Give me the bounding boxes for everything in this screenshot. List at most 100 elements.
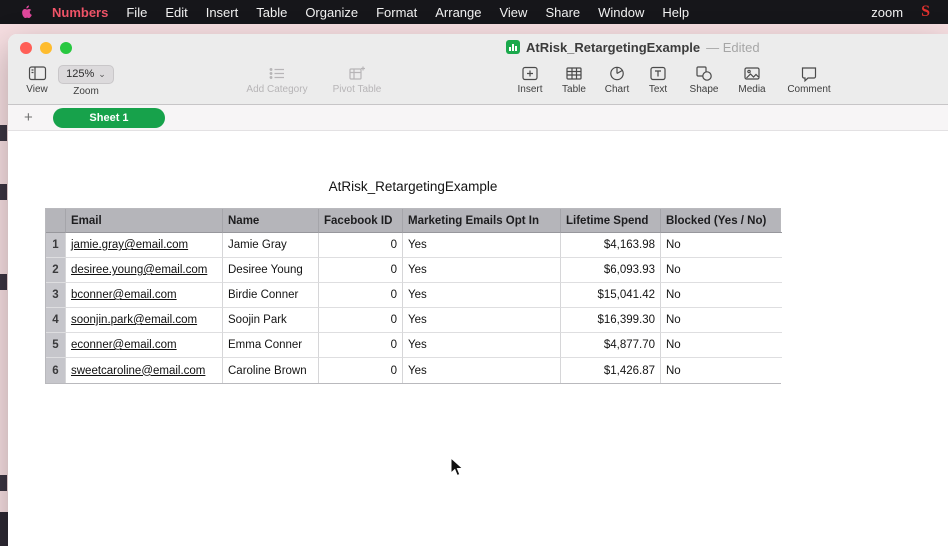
add-sheet-button[interactable]: + (24, 109, 33, 127)
media-button[interactable]: Media (730, 65, 774, 95)
view-icon (28, 65, 47, 82)
row-number[interactable]: 1 (46, 233, 66, 258)
cell-email[interactable]: econner@email.com (66, 333, 223, 358)
col-header-opt-in[interactable]: Marketing Emails Opt In (403, 209, 561, 233)
cell-email[interactable]: soonjin.park@email.com (66, 308, 223, 333)
email-link[interactable]: jamie.gray@email.com (71, 239, 188, 251)
add-category-label: Add Category (246, 84, 307, 95)
menubar-zoom-item[interactable]: zoom (871, 5, 903, 20)
col-header-blocked[interactable]: Blocked (Yes / No) (661, 209, 782, 233)
cell-facebook-id[interactable]: 0 (319, 258, 403, 283)
table-row: 2 desiree.young@email.com Desiree Young … (46, 258, 780, 283)
menu-window[interactable]: Window (589, 5, 653, 20)
media-icon (743, 65, 761, 82)
email-link[interactable]: bconner@email.com (71, 289, 177, 301)
close-window-button[interactable] (20, 42, 32, 54)
menu-format[interactable]: Format (367, 5, 426, 20)
zoom-dropdown[interactable]: 125% ⌄ (58, 65, 114, 84)
row-number[interactable]: 2 (46, 258, 66, 283)
email-link[interactable]: desiree.young@email.com (71, 264, 207, 276)
cell-email[interactable]: bconner@email.com (66, 283, 223, 308)
insert-icon (521, 65, 539, 82)
col-header-name[interactable]: Name (223, 209, 319, 233)
email-link[interactable]: sweetcaroline@email.com (71, 365, 205, 377)
table-label: Table (562, 84, 586, 95)
cell-opt-in[interactable]: Yes (403, 283, 561, 308)
cell-opt-in[interactable]: Yes (403, 233, 561, 258)
cell-facebook-id[interactable]: 0 (319, 308, 403, 333)
cell-blocked[interactable]: No (661, 333, 782, 358)
text-button[interactable]: Text (638, 65, 678, 95)
cell-lifetime-spend[interactable]: $4,877.70 (561, 333, 661, 358)
insert-button[interactable]: Insert (508, 65, 552, 95)
cell-name[interactable]: Jamie Gray (223, 233, 319, 258)
apple-menu[interactable] (12, 5, 43, 20)
cell-name[interactable]: Emma Conner (223, 333, 319, 358)
text-icon (649, 65, 667, 82)
cell-lifetime-spend[interactable]: $15,041.42 (561, 283, 661, 308)
table-button[interactable]: Table (552, 65, 596, 95)
menu-app-name[interactable]: Numbers (43, 5, 117, 20)
menu-view[interactable]: View (490, 5, 536, 20)
cell-opt-in[interactable]: Yes (403, 258, 561, 283)
row-number[interactable]: 3 (46, 283, 66, 308)
row-number[interactable]: 6 (46, 358, 66, 383)
chart-button[interactable]: Chart (597, 65, 637, 95)
table-row: 6 sweetcaroline@email.com Caroline Brown… (46, 358, 780, 383)
cell-name[interactable]: Soojin Park (223, 308, 319, 333)
zoom-window-button[interactable] (60, 42, 72, 54)
row-number[interactable]: 4 (46, 308, 66, 333)
menu-edit[interactable]: Edit (156, 5, 196, 20)
media-label: Media (738, 84, 765, 95)
menu-arrange[interactable]: Arrange (426, 5, 490, 20)
desktop-artifact (0, 274, 7, 290)
cell-lifetime-spend[interactable]: $6,093.93 (561, 258, 661, 283)
cell-lifetime-spend[interactable]: $1,426.87 (561, 358, 661, 383)
cell-name[interactable]: Birdie Conner (223, 283, 319, 308)
cell-facebook-id[interactable]: 0 (319, 333, 403, 358)
col-header-facebook-id[interactable]: Facebook ID (319, 209, 403, 233)
cell-blocked[interactable]: No (661, 283, 782, 308)
pivot-table-button[interactable]: Pivot Table (322, 65, 392, 95)
desktop-artifact (0, 475, 7, 491)
cell-blocked[interactable]: No (661, 358, 782, 383)
cell-lifetime-spend[interactable]: $16,399.30 (561, 308, 661, 333)
cell-facebook-id[interactable]: 0 (319, 358, 403, 383)
comment-button[interactable]: Comment (781, 65, 837, 95)
email-link[interactable]: econner@email.com (71, 339, 177, 351)
email-link[interactable]: soonjin.park@email.com (71, 314, 197, 326)
tab-sheet-1[interactable]: Sheet 1 (53, 108, 165, 128)
cell-email[interactable]: jamie.gray@email.com (66, 233, 223, 258)
zoom-value: 125% (66, 68, 94, 81)
cell-facebook-id[interactable]: 0 (319, 283, 403, 308)
menu-insert[interactable]: Insert (197, 5, 248, 20)
add-category-button[interactable]: Add Category (237, 65, 317, 95)
cell-blocked[interactable]: No (661, 258, 782, 283)
view-button[interactable]: View (18, 65, 56, 95)
corner-cell[interactable] (46, 209, 66, 233)
cell-blocked[interactable]: No (661, 308, 782, 333)
menu-help[interactable]: Help (653, 5, 698, 20)
col-header-lifetime-spend[interactable]: Lifetime Spend (561, 209, 661, 233)
menu-organize[interactable]: Organize (296, 5, 367, 20)
cell-email[interactable]: sweetcaroline@email.com (66, 358, 223, 383)
menu-bar: Numbers File Edit Insert Table Organize … (0, 0, 948, 24)
cell-opt-in[interactable]: Yes (403, 308, 561, 333)
cell-blocked[interactable]: No (661, 233, 782, 258)
row-number[interactable]: 5 (46, 333, 66, 358)
cell-name[interactable]: Caroline Brown (223, 358, 319, 383)
menu-share[interactable]: Share (536, 5, 589, 20)
shape-button[interactable]: Shape (682, 65, 726, 95)
cell-name[interactable]: Desiree Young (223, 258, 319, 283)
cell-opt-in[interactable]: Yes (403, 333, 561, 358)
menu-table[interactable]: Table (247, 5, 296, 20)
status-app-s-icon[interactable]: S (921, 3, 930, 21)
cell-email[interactable]: desiree.young@email.com (66, 258, 223, 283)
menu-file[interactable]: File (117, 5, 156, 20)
cell-lifetime-spend[interactable]: $4,163.98 (561, 233, 661, 258)
cell-opt-in[interactable]: Yes (403, 358, 561, 383)
minimize-window-button[interactable] (40, 42, 52, 54)
table-caption[interactable]: AtRisk_RetargetingExample (45, 179, 781, 194)
cell-facebook-id[interactable]: 0 (319, 233, 403, 258)
col-header-email[interactable]: Email (66, 209, 223, 233)
